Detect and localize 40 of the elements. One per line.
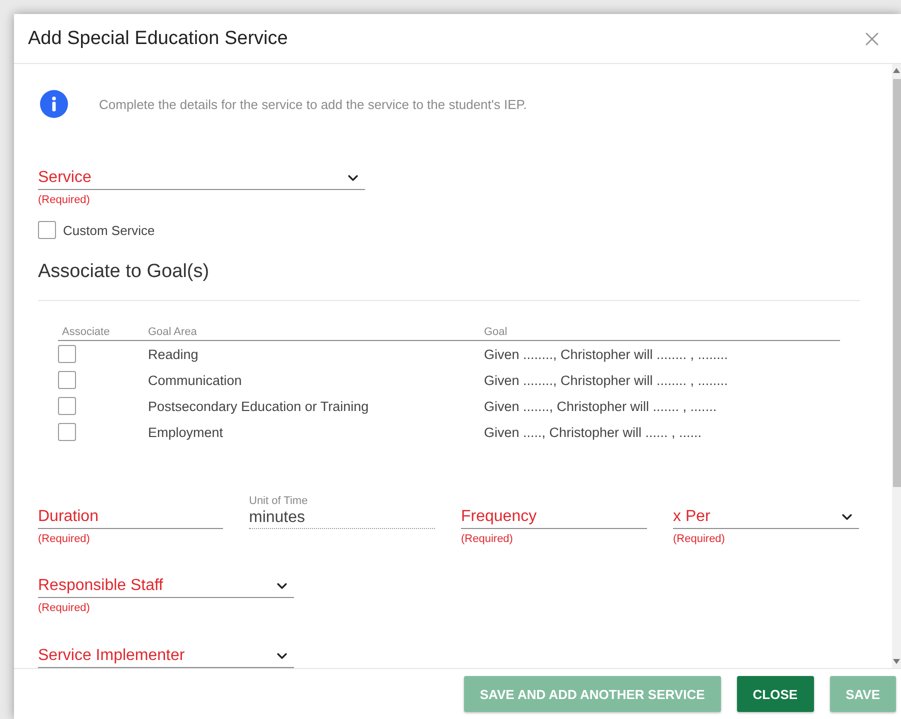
required-note: (Required) xyxy=(461,532,514,546)
associate-checkbox[interactable] xyxy=(58,397,76,415)
goal-cell-text: Given ........, Christopher will ........ , ........ xyxy=(484,372,729,388)
info-icon xyxy=(40,90,68,118)
goal-area-cell-text: Employment xyxy=(148,424,224,440)
dropdown-field[interactable]: Service Implementer xyxy=(38,644,294,668)
footer-button[interactable]: CLOSE xyxy=(736,676,814,712)
associate-checkbox[interactable] xyxy=(58,423,76,441)
associate-checkbox[interactable] xyxy=(58,371,76,389)
dropdown-field[interactable]: Service xyxy=(38,166,365,190)
goal-cell-text: Given ........, Christopher will ........ , ........ xyxy=(484,346,729,362)
dropdown-field[interactable]: Responsible Staff xyxy=(38,574,294,598)
goal-cell-text: Given ......., Christopher will ....... , ....... xyxy=(484,398,718,414)
dropdown-field[interactable]: x Per xyxy=(673,505,859,529)
scrollbar-thumb[interactable] xyxy=(892,79,900,487)
associate-checkbox[interactable] xyxy=(58,345,76,363)
goal-area-cell-text: Postsecondary Education or Training xyxy=(148,398,370,414)
required-note: (Required) xyxy=(38,532,91,546)
column-header: Goal Area xyxy=(148,326,198,338)
scrollbar[interactable] xyxy=(892,64,901,668)
scroll-up-icon[interactable] xyxy=(893,68,900,73)
field-label: Unit of Time xyxy=(249,494,309,508)
section-heading: Associate to Goal(s) xyxy=(38,260,210,284)
dialog-title: Add Special Education Service xyxy=(28,28,288,50)
info-message: Complete the details for the service to add the service to the student's IEP. xyxy=(99,96,527,112)
goal-area-cell-text: Communication xyxy=(148,372,243,388)
input-field[interactable]: Frequency xyxy=(461,505,647,529)
required-note: (Required) xyxy=(673,532,726,546)
custom-service-checkbox[interactable]: Custom Service xyxy=(38,221,155,239)
scroll-down-icon[interactable] xyxy=(893,659,900,664)
column-header: Goal xyxy=(484,326,508,338)
checkbox-label: Custom Service xyxy=(63,222,155,238)
goal-area-cell-text: Reading xyxy=(148,346,200,362)
required-note: (Required) xyxy=(38,601,91,615)
required-note: (Required) xyxy=(38,193,91,207)
goal-cell-text: Given ....., Christopher will ...... , ...... xyxy=(484,424,703,440)
checkbox[interactable] xyxy=(38,221,56,239)
column-header: Associate xyxy=(61,326,111,338)
input-field[interactable]: Duration xyxy=(38,505,223,529)
readonly-field: minutes xyxy=(249,508,435,529)
